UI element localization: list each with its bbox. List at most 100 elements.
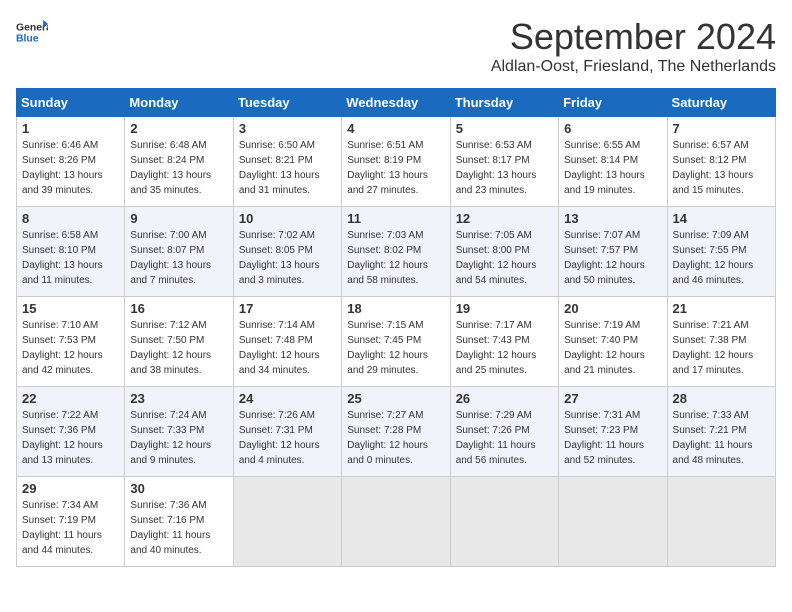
page-header: General Blue September 2024 Aldlan-Oost,… — [16, 16, 776, 76]
table-row: 24 Sunrise: 7:26 AM Sunset: 7:31 PM Dayli… — [233, 387, 341, 477]
day-info: Sunrise: 7:36 AM Sunset: 7:16 PM Dayligh… — [130, 498, 227, 558]
day-number: 18 — [347, 301, 444, 316]
table-row: 9 Sunrise: 7:00 AM Sunset: 8:07 PM Daylig… — [125, 207, 233, 297]
table-row: 22Sunrise: 7:22 AM Sunset: 7:36 PM Dayli… — [17, 387, 125, 477]
table-row — [233, 477, 341, 567]
day-number: 14 — [673, 211, 770, 226]
day-number: 23 — [130, 391, 227, 406]
day-info: Sunrise: 7:09 AM Sunset: 7:55 PM Dayligh… — [673, 228, 770, 288]
table-row — [342, 477, 450, 567]
day-info: Sunrise: 7:22 AM Sunset: 7:36 PM Dayligh… — [22, 408, 119, 468]
day-info: Sunrise: 7:26 AM Sunset: 7:31 PM Dayligh… — [239, 408, 336, 468]
day-info: Sunrise: 7:14 AM Sunset: 7:48 PM Dayligh… — [239, 318, 336, 378]
week-row-5: 29 Sunrise: 7:34 AM Sunset: 7:19 PM Dayli… — [17, 477, 776, 567]
day-number: 9 — [130, 211, 227, 226]
day-info: Sunrise: 7:27 AM Sunset: 7:28 PM Dayligh… — [347, 408, 444, 468]
day-info: Sunrise: 7:02 AM Sunset: 8:05 PM Dayligh… — [239, 228, 336, 288]
day-info: Sunrise: 6:46 AM Sunset: 8:26 PM Dayligh… — [22, 138, 119, 198]
week-row-1: 1 Sunrise: 6:46 AM Sunset: 8:26 PM Daylig… — [17, 117, 776, 207]
table-row — [667, 477, 775, 567]
day-number: 24 — [239, 391, 336, 406]
day-number: 19 — [456, 301, 553, 316]
day-number: 8 — [22, 211, 119, 226]
month-title: September 2024 — [491, 16, 776, 58]
day-info: Sunrise: 7:10 AM Sunset: 7:53 PM Dayligh… — [22, 318, 119, 378]
day-number: 11 — [347, 211, 444, 226]
table-row: 1 Sunrise: 6:46 AM Sunset: 8:26 PM Daylig… — [17, 117, 125, 207]
day-info: Sunrise: 6:50 AM Sunset: 8:21 PM Dayligh… — [239, 138, 336, 198]
day-number: 5 — [456, 121, 553, 136]
col-wednesday: Wednesday — [342, 89, 450, 117]
day-number: 16 — [130, 301, 227, 316]
table-row: 20 Sunrise: 7:19 AM Sunset: 7:40 PM Dayli… — [559, 297, 667, 387]
col-friday: Friday — [559, 89, 667, 117]
day-number: 30 — [130, 481, 227, 496]
day-number: 13 — [564, 211, 661, 226]
day-number: 27 — [564, 391, 661, 406]
table-row — [450, 477, 558, 567]
day-info: Sunrise: 7:05 AM Sunset: 8:00 PM Dayligh… — [456, 228, 553, 288]
week-row-3: 15 Sunrise: 7:10 AM Sunset: 7:53 PM Dayli… — [17, 297, 776, 387]
generalblue-logo-icon: General Blue — [16, 16, 48, 48]
day-info: Sunrise: 7:29 AM Sunset: 7:26 PM Dayligh… — [456, 408, 553, 468]
table-row: 27 Sunrise: 7:31 AM Sunset: 7:23 PM Dayli… — [559, 387, 667, 477]
day-number: 17 — [239, 301, 336, 316]
table-row: 13Sunrise: 7:07 AM Sunset: 7:57 PM Dayli… — [559, 207, 667, 297]
title-block: September 2024 Aldlan-Oost, Friesland, T… — [491, 16, 776, 76]
day-info: Sunrise: 6:58 AM Sunset: 8:10 PM Dayligh… — [22, 228, 119, 288]
table-row: 12 Sunrise: 7:05 AM Sunset: 8:00 PM Dayli… — [450, 207, 558, 297]
day-number: 4 — [347, 121, 444, 136]
day-info: Sunrise: 7:19 AM Sunset: 7:40 PM Dayligh… — [564, 318, 661, 378]
day-info: Sunrise: 7:33 AM Sunset: 7:21 PM Dayligh… — [673, 408, 770, 468]
day-number: 20 — [564, 301, 661, 316]
table-row — [559, 477, 667, 567]
table-row: 30 Sunrise: 7:36 AM Sunset: 7:16 PM Dayli… — [125, 477, 233, 567]
day-number: 21 — [673, 301, 770, 316]
day-number: 25 — [347, 391, 444, 406]
day-info: Sunrise: 7:31 AM Sunset: 7:23 PM Dayligh… — [564, 408, 661, 468]
day-number: 15 — [22, 301, 119, 316]
day-info: Sunrise: 7:00 AM Sunset: 8:07 PM Dayligh… — [130, 228, 227, 288]
day-number: 7 — [673, 121, 770, 136]
day-info: Sunrise: 6:51 AM Sunset: 8:19 PM Dayligh… — [347, 138, 444, 198]
day-info: Sunrise: 7:03 AM Sunset: 8:02 PM Dayligh… — [347, 228, 444, 288]
day-number: 2 — [130, 121, 227, 136]
day-number: 3 — [239, 121, 336, 136]
table-row: 15 Sunrise: 7:10 AM Sunset: 7:53 PM Dayli… — [17, 297, 125, 387]
svg-text:Blue: Blue — [16, 34, 39, 45]
day-number: 12 — [456, 211, 553, 226]
table-row: 6Sunrise: 6:55 AM Sunset: 8:14 PM Daylig… — [559, 117, 667, 207]
day-info: Sunrise: 7:21 AM Sunset: 7:38 PM Dayligh… — [673, 318, 770, 378]
table-row: 8 Sunrise: 6:58 AM Sunset: 8:10 PM Daylig… — [17, 207, 125, 297]
col-thursday: Thursday — [450, 89, 558, 117]
day-number: 26 — [456, 391, 553, 406]
location-subtitle: Aldlan-Oost, Friesland, The Netherlands — [491, 58, 776, 76]
table-row: 26 Sunrise: 7:29 AM Sunset: 7:26 PM Dayli… — [450, 387, 558, 477]
table-row: 11 Sunrise: 7:03 AM Sunset: 8:02 PM Dayli… — [342, 207, 450, 297]
table-row: 17 Sunrise: 7:14 AM Sunset: 7:48 PM Dayli… — [233, 297, 341, 387]
day-number: 29 — [22, 481, 119, 496]
table-row: 19 Sunrise: 7:17 AM Sunset: 7:43 PM Dayli… — [450, 297, 558, 387]
day-info: Sunrise: 6:55 AM Sunset: 8:14 PM Dayligh… — [564, 138, 661, 198]
day-info: Sunrise: 7:15 AM Sunset: 7:45 PM Dayligh… — [347, 318, 444, 378]
table-row: 29 Sunrise: 7:34 AM Sunset: 7:19 PM Dayli… — [17, 477, 125, 567]
day-info: Sunrise: 7:24 AM Sunset: 7:33 PM Dayligh… — [130, 408, 227, 468]
table-row: 5Sunrise: 6:53 AM Sunset: 8:17 PM Daylig… — [450, 117, 558, 207]
table-row: 25 Sunrise: 7:27 AM Sunset: 7:28 PM Dayli… — [342, 387, 450, 477]
col-monday: Monday — [125, 89, 233, 117]
day-number: 1 — [22, 121, 119, 136]
week-row-4: 22Sunrise: 7:22 AM Sunset: 7:36 PM Dayli… — [17, 387, 776, 477]
table-row: 10Sunrise: 7:02 AM Sunset: 8:05 PM Dayli… — [233, 207, 341, 297]
table-row: 16Sunrise: 7:12 AM Sunset: 7:50 PM Dayli… — [125, 297, 233, 387]
table-row: 7Sunrise: 6:57 AM Sunset: 8:12 PM Daylig… — [667, 117, 775, 207]
table-row: 18 Sunrise: 7:15 AM Sunset: 7:45 PM Dayli… — [342, 297, 450, 387]
table-row: 28 Sunrise: 7:33 AM Sunset: 7:21 PM Dayli… — [667, 387, 775, 477]
table-row: 4 Sunrise: 6:51 AM Sunset: 8:19 PM Daylig… — [342, 117, 450, 207]
day-info: Sunrise: 7:34 AM Sunset: 7:19 PM Dayligh… — [22, 498, 119, 558]
day-number: 28 — [673, 391, 770, 406]
table-row: 21 Sunrise: 7:21 AM Sunset: 7:38 PM Dayli… — [667, 297, 775, 387]
logo: General Blue — [16, 16, 48, 48]
col-sunday: Sunday — [17, 89, 125, 117]
day-info: Sunrise: 7:17 AM Sunset: 7:43 PM Dayligh… — [456, 318, 553, 378]
week-row-2: 8 Sunrise: 6:58 AM Sunset: 8:10 PM Daylig… — [17, 207, 776, 297]
